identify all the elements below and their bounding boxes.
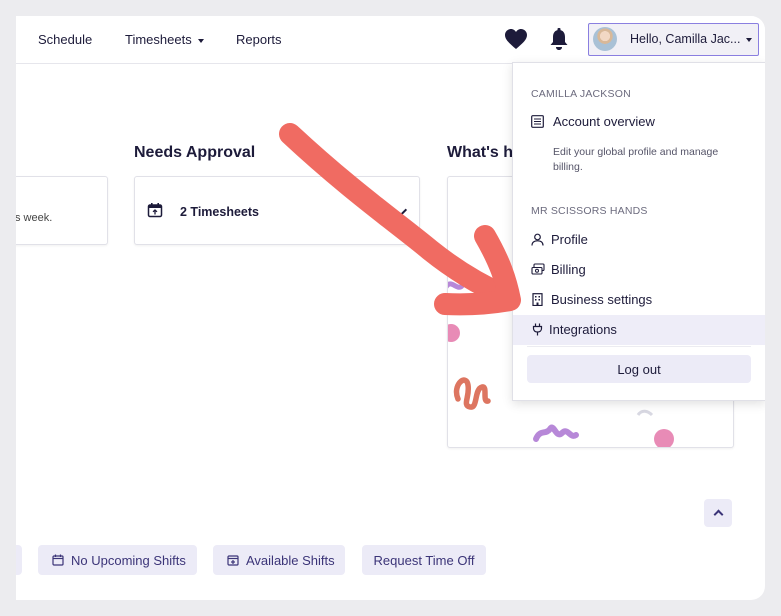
account-overview-label: Account overview xyxy=(553,114,655,129)
avatar xyxy=(593,27,617,51)
timesheets-count: 2 Timesheets xyxy=(180,205,259,219)
no-upcoming-shifts-button[interactable]: No Upcoming Shifts xyxy=(38,545,197,575)
user-greeting: Hello, Camilla Jac... xyxy=(630,32,741,46)
menu-item-billing[interactable]: Billing xyxy=(513,255,765,285)
logout-button[interactable]: Log out xyxy=(527,355,751,383)
user-dropdown-menu: CAMILLA JACKSON Account overview Edit yo… xyxy=(512,62,765,401)
plug-icon xyxy=(532,323,543,336)
chevron-down-icon xyxy=(197,38,204,43)
calendar-icon xyxy=(147,203,163,218)
bottom-pill-partial[interactable] xyxy=(16,545,22,575)
menu-item-profile[interactable]: Profile xyxy=(513,225,765,255)
top-navigation-bar: Schedule Timesheets Reports Hello, Camil… xyxy=(16,16,765,64)
app-window: Schedule Timesheets Reports Hello, Camil… xyxy=(16,16,765,600)
nav-reports[interactable]: Reports xyxy=(236,32,282,47)
dropdown-business-heading: MR SCISSORS HANDS xyxy=(531,205,648,217)
scroll-top-button[interactable] xyxy=(704,499,732,527)
dropdown-user-heading: CAMILLA JACKSON xyxy=(531,88,631,100)
menu-item-integrations[interactable]: Integrations xyxy=(513,315,765,345)
divider xyxy=(527,346,751,347)
nav-schedule[interactable]: Schedule xyxy=(38,32,92,47)
account-overview-description: Edit your global profile and manage bill… xyxy=(553,146,719,173)
summary-card: s week. xyxy=(16,176,108,245)
money-icon xyxy=(531,263,545,275)
business-settings-label: Business settings xyxy=(551,292,653,307)
summary-card-text: s week. xyxy=(16,212,53,224)
user-icon xyxy=(531,233,544,246)
whats-happening-title: What's h xyxy=(447,144,514,161)
needs-approval-title: Needs Approval xyxy=(134,144,256,161)
calendar-icon xyxy=(52,554,64,566)
chevron-down-icon xyxy=(746,38,752,42)
request-time-off-button[interactable]: Request Time Off xyxy=(362,545,486,575)
no-upcoming-shifts-label: No Upcoming Shifts xyxy=(71,552,186,568)
user-menu-button[interactable]: Hello, Camilla Jac... xyxy=(588,23,759,56)
nav-timesheets-label: Timesheets xyxy=(125,32,192,47)
profile-label: Profile xyxy=(551,232,588,247)
available-shifts-label: Available Shifts xyxy=(246,552,335,568)
chevron-down-icon[interactable] xyxy=(392,202,408,218)
bell-icon[interactable] xyxy=(548,27,570,51)
building-icon xyxy=(532,293,543,306)
menu-item-business-settings[interactable]: Business settings xyxy=(513,285,765,315)
heart-icon[interactable] xyxy=(504,28,528,50)
billing-label: Billing xyxy=(551,262,586,277)
list-icon xyxy=(531,115,544,128)
available-shifts-button[interactable]: Available Shifts xyxy=(213,545,345,575)
nav-timesheets[interactable]: Timesheets xyxy=(125,32,204,47)
integrations-label: Integrations xyxy=(549,322,617,337)
calendar-plus-icon xyxy=(227,555,239,566)
needs-approval-card[interactable]: 2 Timesheets xyxy=(134,176,420,245)
